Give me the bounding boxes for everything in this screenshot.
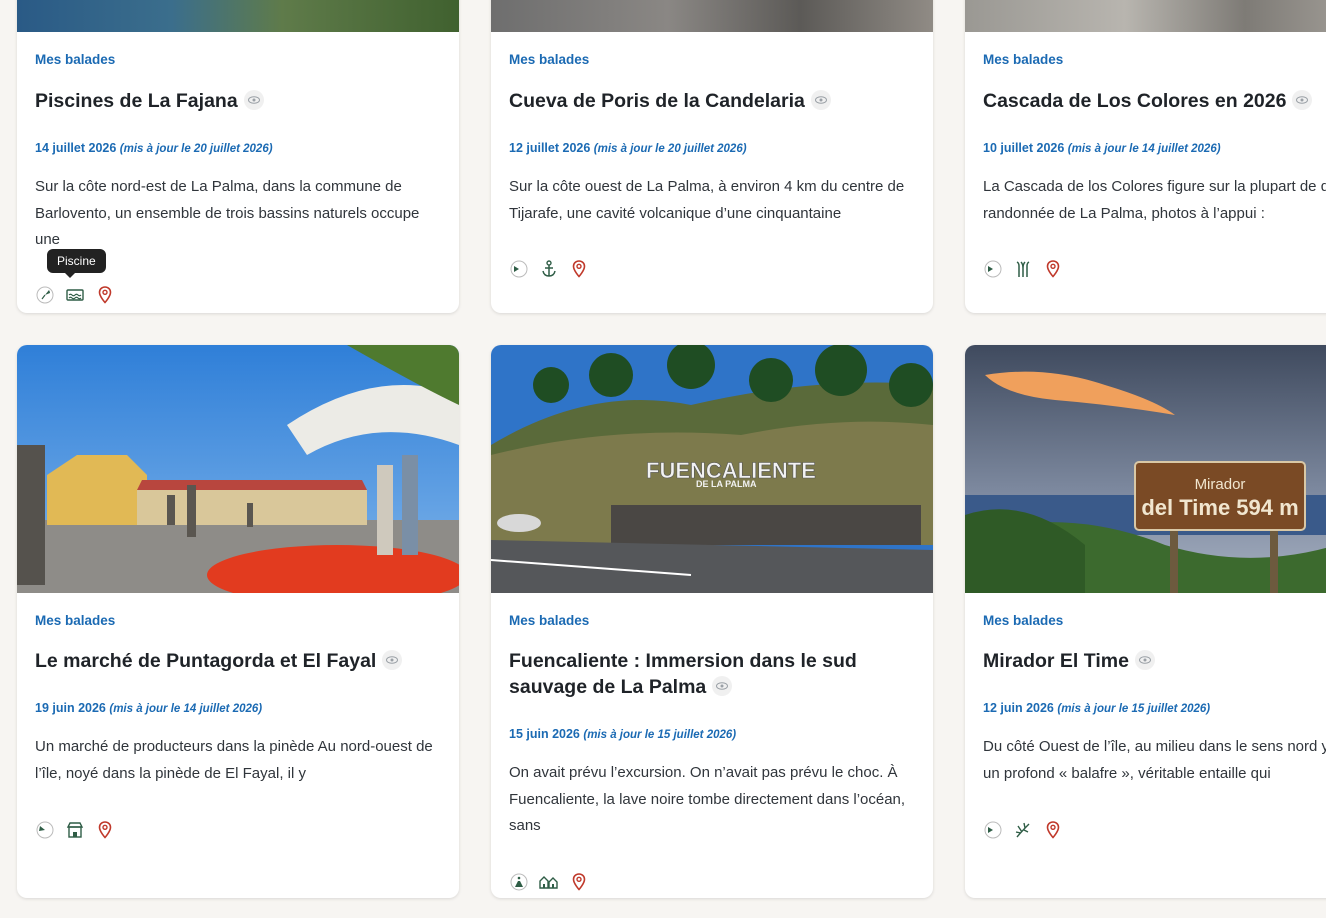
map-pin-icon[interactable] bbox=[569, 259, 589, 279]
article-card[interactable]: FUENCALIENTE DE LA PALMA Mes balades Fue… bbox=[491, 345, 933, 898]
eye-icon bbox=[1134, 650, 1155, 670]
article-excerpt: Du côté Ouest de l’île, au milieu dans l… bbox=[983, 738, 1326, 782]
eye-icon bbox=[243, 90, 264, 110]
village-icon[interactable] bbox=[539, 872, 559, 892]
photo-sign-subtext: del Time 594 m bbox=[1141, 495, 1298, 520]
article-icons bbox=[509, 259, 589, 279]
market-icon[interactable] bbox=[65, 820, 85, 840]
article-icons bbox=[509, 872, 589, 892]
article-icons bbox=[983, 820, 1063, 840]
article-title[interactable]: Mirador El Time bbox=[983, 648, 1326, 674]
article-photo[interactable] bbox=[17, 345, 459, 593]
category-link[interactable]: Mes balades bbox=[35, 613, 115, 628]
category-link[interactable]: Mes balades bbox=[509, 52, 589, 67]
article-date: 15 juin 2026 (mis à jour le 15 juillet 2… bbox=[509, 727, 737, 741]
difficulty-easy-icon[interactable] bbox=[35, 285, 55, 305]
article-date: 19 juin 2026 (mis à jour le 14 juillet 2… bbox=[35, 701, 263, 715]
article-excerpt: Sur la côte nord-est de La Palma, dans l… bbox=[35, 178, 420, 248]
eye-icon bbox=[712, 676, 733, 696]
article-date: 12 juillet 2026 (mis à jour le 20 juille… bbox=[509, 141, 747, 155]
article-photo[interactable]: FUENCALIENTE DE LA PALMA bbox=[491, 345, 933, 593]
article-title[interactable]: Cascada de Los Colores en 2026 bbox=[983, 88, 1326, 114]
article-title[interactable]: Fuencaliente : Immersion dans le sud sau… bbox=[509, 648, 915, 700]
difficulty-icon[interactable] bbox=[983, 820, 1003, 840]
plant-icon[interactable] bbox=[1013, 259, 1033, 279]
difficulty-icon[interactable] bbox=[509, 259, 529, 279]
article-excerpt: Un marché de producteurs dans la pinède … bbox=[35, 738, 433, 782]
volcano-icon[interactable] bbox=[509, 872, 529, 892]
category-link[interactable]: Mes balades bbox=[983, 613, 1063, 628]
map-pin-icon[interactable] bbox=[569, 872, 589, 892]
map-pin-icon[interactable] bbox=[95, 285, 115, 305]
photo-sign-subtext: DE LA PALMA bbox=[696, 479, 757, 489]
difficulty-icon[interactable] bbox=[983, 259, 1003, 279]
article-title[interactable]: Le marché de Puntagorda et El Fayal bbox=[35, 648, 441, 674]
article-excerpt: On avait prévu l’excursion. On n’avait p… bbox=[509, 764, 906, 834]
article-photo[interactable] bbox=[491, 0, 933, 32]
article-icons bbox=[35, 820, 115, 840]
map-pin-icon[interactable] bbox=[1043, 259, 1063, 279]
map-pin-icon[interactable] bbox=[95, 820, 115, 840]
eye-icon bbox=[1292, 90, 1313, 110]
article-photo[interactable] bbox=[965, 0, 1326, 32]
category-link[interactable]: Mes balades bbox=[35, 52, 115, 67]
anchor-icon[interactable] bbox=[539, 259, 559, 279]
article-date: 10 juillet 2026 (mis à jour le 14 juille… bbox=[983, 141, 1221, 155]
tooltip: Piscine bbox=[47, 249, 106, 278]
eye-icon bbox=[810, 90, 831, 110]
map-pin-icon[interactable] bbox=[1043, 820, 1063, 840]
photo-sign-text: Mirador bbox=[1195, 476, 1246, 493]
category-link[interactable]: Mes balades bbox=[509, 613, 589, 628]
category-link[interactable]: Mes balades bbox=[983, 52, 1063, 67]
article-card[interactable]: Mes balades Piscines de La Fajana 14 jui… bbox=[17, 0, 459, 313]
article-date: 12 juin 2026 (mis à jour le 15 juillet 2… bbox=[983, 701, 1211, 715]
pool-icon[interactable] bbox=[65, 285, 85, 305]
difficulty-icon[interactable] bbox=[35, 820, 55, 840]
article-title[interactable]: Cueva de Poris de la Candelaria bbox=[509, 88, 915, 114]
article-icons bbox=[983, 259, 1063, 279]
article-excerpt: Sur la côte ouest de La Palma, à environ… bbox=[509, 178, 905, 222]
article-card[interactable]: Mes balades Cascada de Los Colores en 20… bbox=[965, 0, 1326, 313]
article-title[interactable]: Piscines de La Fajana bbox=[35, 88, 441, 114]
article-photo[interactable] bbox=[17, 0, 459, 32]
eye-icon bbox=[382, 650, 403, 670]
article-icons bbox=[35, 285, 115, 305]
article-card[interactable]: Mes balades Cueva de Poris de la Candela… bbox=[491, 0, 933, 313]
article-card[interactable]: Mirador del Time 594 m Mes balades Mirad… bbox=[965, 345, 1326, 898]
article-card[interactable]: Mes balades Le marché de Puntagorda et E… bbox=[17, 345, 459, 898]
article-excerpt: La Cascada de los Colores figure sur la … bbox=[983, 178, 1326, 222]
article-date: 14 juillet 2026 (mis à jour le 20 juille… bbox=[35, 141, 273, 155]
article-photo[interactable]: Mirador del Time 594 m bbox=[965, 345, 1326, 593]
palm-icon[interactable] bbox=[1013, 820, 1033, 840]
